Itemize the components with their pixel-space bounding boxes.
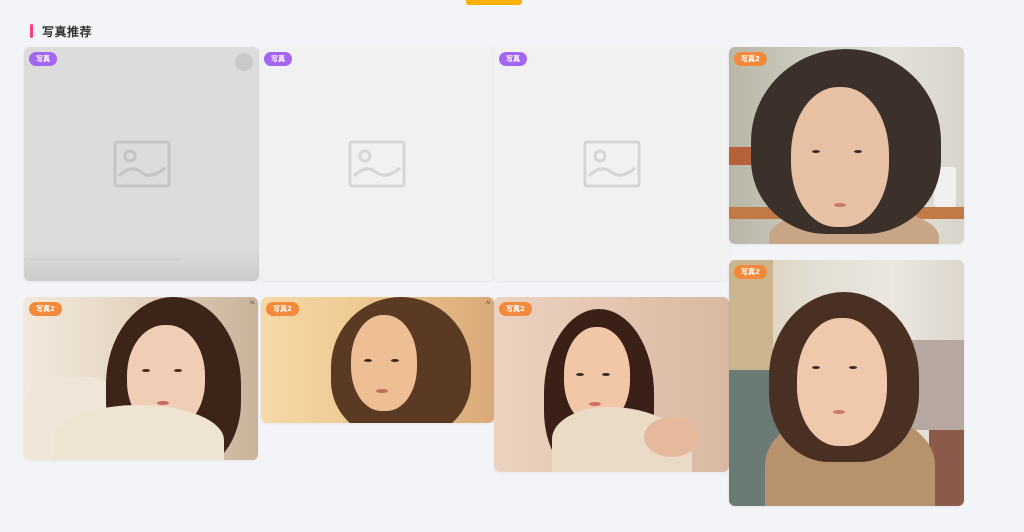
photo-card[interactable]: 写真 [24,47,259,281]
category-badge: 写真2 [499,302,532,316]
photo-card[interactable]: 写真 [494,47,729,281]
watermark-label: AI [250,300,254,305]
card-stats-placeholder [183,269,253,272]
section-header: 写真推荐 [30,23,92,39]
active-tab-indicator [466,0,522,5]
photo-card[interactable]: 写真 [259,47,494,281]
card-photo [729,47,964,244]
more-options-button[interactable] [235,53,253,71]
section-accent-bar [30,24,33,38]
card-author-placeholder [30,269,56,272]
photo-card[interactable]: 写真2 [729,260,964,506]
category-badge: 写真2 [734,52,767,66]
photo-card[interactable]: 写真2 [729,47,964,244]
photo-card[interactable]: AI 写真2 [261,297,494,423]
photo-card[interactable]: AI 写真2 [24,297,258,460]
image-placeholder-icon [113,140,170,188]
category-badge: 写真 [264,52,292,66]
category-badge: 写真2 [734,265,767,279]
section-title: 写真推荐 [42,24,93,39]
category-badge: 写真2 [266,302,299,316]
card-photo [24,297,258,460]
watermark-label: AI [486,300,490,305]
card-photo [494,297,729,472]
category-badge: 写真 [499,52,527,66]
image-placeholder-icon [348,140,405,188]
card-caption-placeholder [30,258,180,261]
category-badge: 写真2 [29,302,62,316]
photo-card[interactable]: 写真2 [494,297,729,472]
card-photo [261,297,494,423]
card-photo [729,260,964,506]
category-badge: 写真 [29,52,57,66]
card-footer-overlay [24,249,259,281]
image-placeholder-icon [583,140,640,188]
